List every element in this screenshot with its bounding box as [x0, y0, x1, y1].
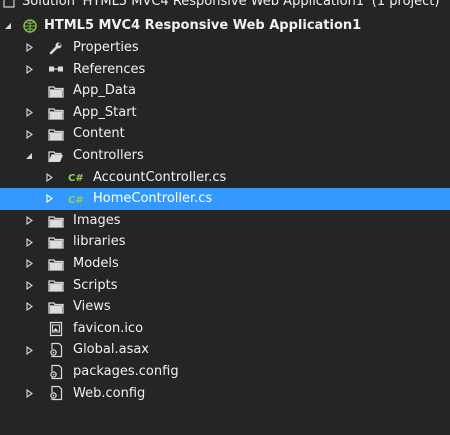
folder-icon	[48, 275, 64, 297]
solution-label: Solution 'HTML5 MVC4 Responsive Web Appl…	[22, 0, 440, 9]
tree-item[interactable]: References	[0, 59, 450, 81]
collapsed-arrow-icon[interactable]	[44, 167, 54, 189]
tree-item[interactable]: Global.asax	[0, 339, 450, 361]
tree-item-label: AccountController.cs	[93, 169, 227, 185]
folder-icon	[48, 102, 64, 124]
project-label: HTML5 MVC4 Responsive Web Application1	[44, 18, 362, 33]
no-expander	[24, 361, 34, 383]
collapsed-arrow-icon[interactable]	[24, 383, 34, 405]
tree-item[interactable]: Models	[0, 253, 450, 275]
tree-item[interactable]: Properties	[0, 37, 450, 59]
collapsed-arrow-icon[interactable]	[24, 102, 34, 124]
svg-text:C#: C#	[68, 195, 84, 206]
tree-item-label: References	[73, 61, 146, 77]
no-expander	[24, 80, 34, 102]
collapsed-arrow-icon[interactable]	[44, 188, 54, 210]
tree-item-label: Views	[73, 299, 111, 315]
folder-icon	[48, 123, 64, 145]
solution-icon	[2, 0, 18, 13]
config-file-icon	[48, 339, 64, 361]
collapsed-arrow-icon[interactable]	[24, 275, 34, 297]
tree-item[interactable]: App_Start	[0, 102, 450, 124]
tree-item-label: packages.config	[73, 364, 179, 379]
tree-item-label: Models	[73, 256, 119, 271]
tree-item[interactable]: Scripts	[0, 275, 450, 297]
expanded-arrow-icon[interactable]	[3, 15, 13, 37]
tree-item[interactable]: Controllers	[0, 145, 450, 167]
csharp-file-icon: C#	[68, 167, 84, 189]
collapsed-arrow-icon[interactable]	[24, 210, 34, 232]
no-expander	[24, 318, 34, 340]
tree-item-label: App_Start	[73, 104, 137, 120]
tree-item[interactable]: Images	[0, 210, 450, 232]
folder-icon	[48, 231, 64, 253]
tree-item-label: HomeController.cs	[93, 191, 213, 207]
tree-item[interactable]: C# AccountController.cs	[0, 167, 450, 189]
tree-item[interactable]: C# HomeController.cs	[0, 188, 450, 210]
tree-item[interactable]: favicon.ico	[0, 318, 450, 340]
tree-item-label: Content	[73, 126, 125, 142]
collapsed-arrow-icon[interactable]	[24, 123, 34, 145]
tree-item-label: Global.asax	[73, 342, 150, 358]
image-file-icon	[48, 318, 64, 340]
tree-item-label: libraries	[73, 234, 126, 250]
collapsed-arrow-icon[interactable]	[24, 253, 34, 275]
csharp-file-icon: C#	[68, 188, 84, 210]
tree-item[interactable]: libraries	[0, 231, 450, 253]
collapsed-arrow-icon[interactable]	[24, 339, 34, 361]
tree-item-label: Web.config	[73, 385, 146, 401]
tree-item-label: favicon.ico	[73, 320, 144, 336]
tree-item-label: Scripts	[73, 277, 118, 293]
tree-item[interactable]: Content	[0, 123, 450, 145]
collapsed-arrow-icon[interactable]	[24, 296, 34, 318]
tree-item-label: Images	[73, 212, 121, 228]
tree-item[interactable]: Views	[0, 296, 450, 318]
tree-item[interactable]: App_Data	[0, 80, 450, 102]
web-project-icon	[22, 15, 38, 37]
config-file-icon	[48, 361, 64, 383]
tree-item[interactable]: packages.config	[0, 361, 450, 383]
wrench-icon	[48, 37, 64, 59]
config-file-icon	[48, 383, 64, 405]
collapsed-arrow-icon[interactable]	[24, 231, 34, 253]
tree-item-label: Controllers	[73, 148, 144, 163]
folder-icon	[48, 80, 64, 102]
collapsed-arrow-icon[interactable]	[24, 59, 34, 81]
expanded-arrow-icon[interactable]	[24, 145, 34, 167]
folder-icon	[48, 210, 64, 232]
folder-icon	[48, 253, 64, 275]
tree-item-label: App_Data	[73, 83, 136, 99]
references-icon	[48, 59, 64, 81]
tree-item-label: Properties	[73, 40, 139, 55]
collapsed-arrow-icon[interactable]	[24, 37, 34, 59]
tree-item[interactable]: Web.config	[0, 383, 450, 405]
folder-icon	[48, 296, 64, 318]
svg-text:C#: C#	[68, 173, 84, 184]
solution-explorer-tree: Solution 'HTML5 MVC4 Responsive Web Appl…	[0, 0, 450, 435]
folder-open-icon	[48, 145, 64, 167]
project-node[interactable]: HTML5 MVC4 Responsive Web Application1	[0, 15, 450, 37]
solution-node[interactable]: Solution 'HTML5 MVC4 Responsive Web Appl…	[0, 0, 450, 13]
